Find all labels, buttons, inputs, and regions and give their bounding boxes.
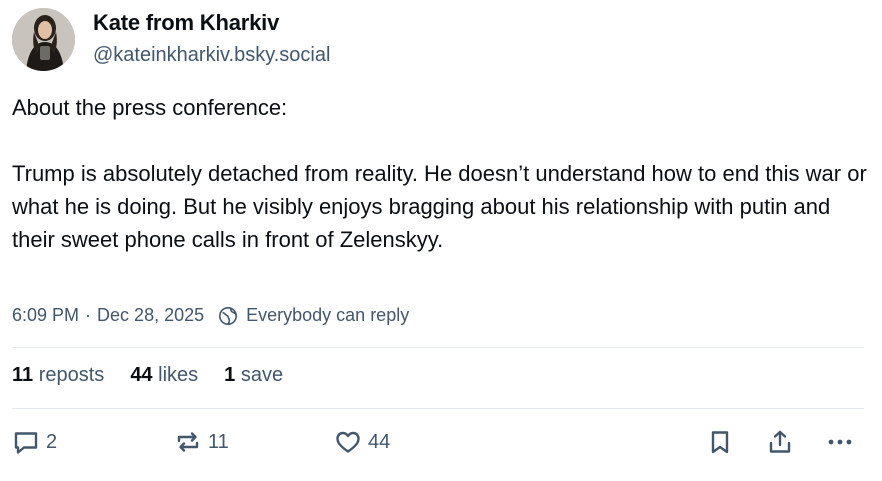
more-icon — [826, 428, 854, 456]
reply-icon — [12, 428, 40, 456]
post-time[interactable]: 6:09 PM — [12, 305, 79, 326]
saves-count: 1 — [224, 364, 236, 386]
repost-count: 11 — [208, 430, 229, 453]
repost-button[interactable]: 11 — [174, 428, 229, 456]
likes-label: likes — [158, 364, 199, 386]
divider-top — [12, 347, 864, 348]
reposts-stat[interactable]: 11 reposts — [12, 364, 104, 387]
share-icon — [766, 428, 794, 456]
share-button[interactable] — [766, 428, 794, 456]
avatar-image — [12, 8, 75, 71]
post-paragraph: About the press conference: — [12, 95, 288, 120]
post-paragraph: Trump is absolutely detached from realit… — [12, 161, 867, 252]
reply-count: 2 — [46, 430, 58, 453]
likes-count: 44 — [130, 364, 153, 386]
more-options-button[interactable] — [826, 428, 854, 456]
like-button[interactable]: 44 — [334, 428, 390, 456]
reply-button[interactable]: 2 — [12, 428, 57, 456]
globe-icon — [218, 306, 238, 326]
saves-label: save — [240, 364, 284, 386]
reply-policy[interactable]: Everybody can reply — [246, 305, 409, 326]
repost-icon — [174, 428, 202, 456]
post-meta: 6:09 PM · Dec 28, 2025 Everybody can rep… — [12, 305, 409, 326]
author-display-name[interactable]: Kate from Kharkiv — [93, 10, 279, 36]
saves-stat[interactable]: 1 save — [224, 364, 283, 387]
author-handle[interactable]: @kateinkharkiv.bsky.social — [93, 44, 330, 67]
bookmark-button[interactable] — [706, 428, 734, 456]
avatar[interactable] — [12, 8, 75, 71]
bookmark-icon — [706, 428, 734, 456]
post-date[interactable]: Dec 28, 2025 — [97, 305, 204, 326]
divider-bottom — [12, 408, 864, 409]
reposts-count: 11 — [12, 364, 34, 386]
engagement-stats: 11 reposts 44 likes 1 save — [12, 364, 309, 387]
post-text: About the press conference: Trump is abs… — [12, 91, 872, 256]
reposts-label: reposts — [38, 364, 105, 386]
like-count: 44 — [368, 430, 391, 453]
heart-icon — [334, 428, 362, 456]
paragraph-spacer — [12, 124, 872, 157]
post-actions: 2 11 44 — [0, 428, 882, 460]
likes-stat[interactable]: 44 likes — [130, 364, 198, 387]
meta-separator: · — [85, 305, 92, 325]
post-thread-item: Kate from Kharkiv @kateinkharkiv.bsky.so… — [0, 0, 882, 481]
